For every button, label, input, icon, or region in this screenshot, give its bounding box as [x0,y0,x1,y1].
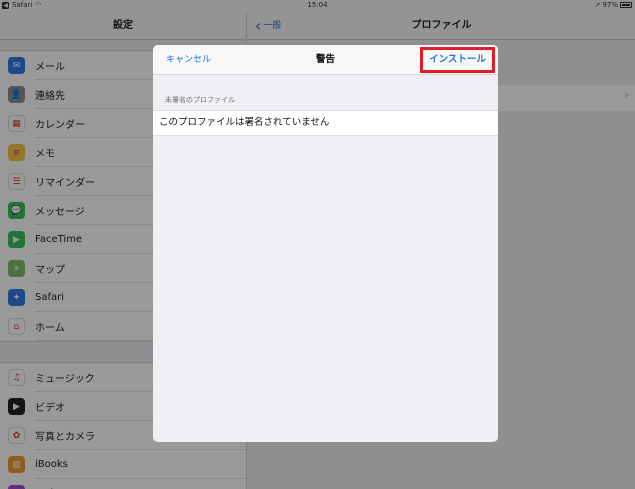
profile-warning-sheet: キャンセル 警告 インストール 未署名のプロファイル このプロファイルは署名され… [153,45,498,442]
warning-message-row: このプロファイルは署名されていません [153,110,498,136]
install-button[interactable]: インストール [423,50,492,70]
section-header: 未署名のプロファイル [165,96,235,104]
sheet-nav-bar: キャンセル 警告 インストール [153,45,498,75]
warning-message: このプロファイルは署名されていません [159,117,330,128]
install-highlight-box: インストール [420,47,495,73]
